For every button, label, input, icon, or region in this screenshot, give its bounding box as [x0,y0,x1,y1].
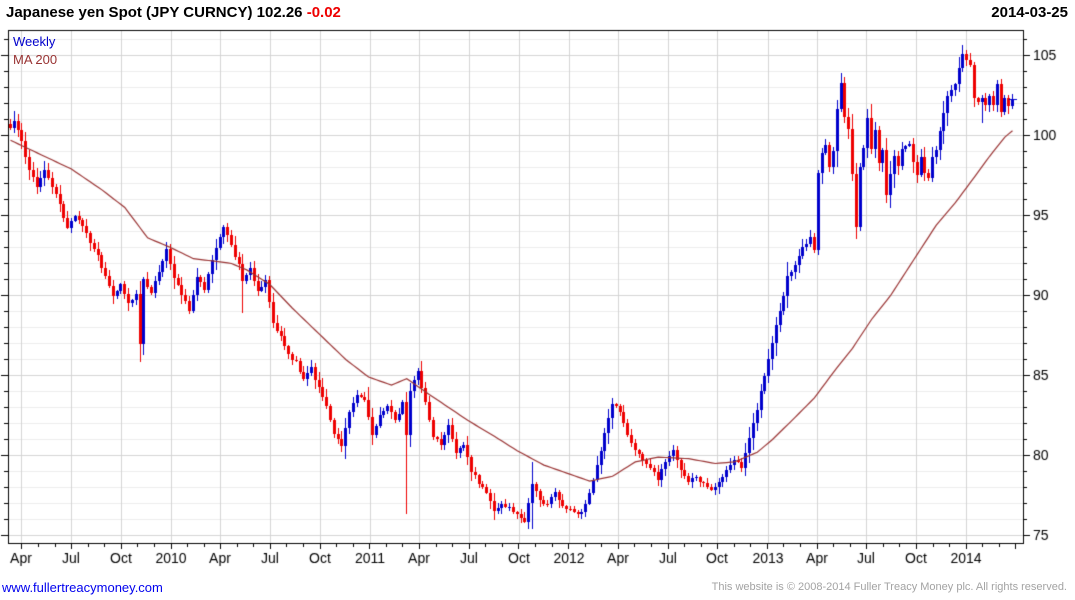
chart-page: Japanese yen Spot (JPY CURNCY) 102.26 -0… [0,0,1075,600]
copyright-text: This website is © 2008-2014 Fuller Treac… [711,581,1067,593]
legend-overlay-ma200: MA 200 [13,52,58,67]
chart-legend: Weekly MA 200 [13,33,57,69]
legend-series-weekly: Weekly [13,34,56,49]
website-link[interactable]: www.fullertreacymoney.com [2,580,163,595]
price-chart-canvas [0,0,1075,600]
